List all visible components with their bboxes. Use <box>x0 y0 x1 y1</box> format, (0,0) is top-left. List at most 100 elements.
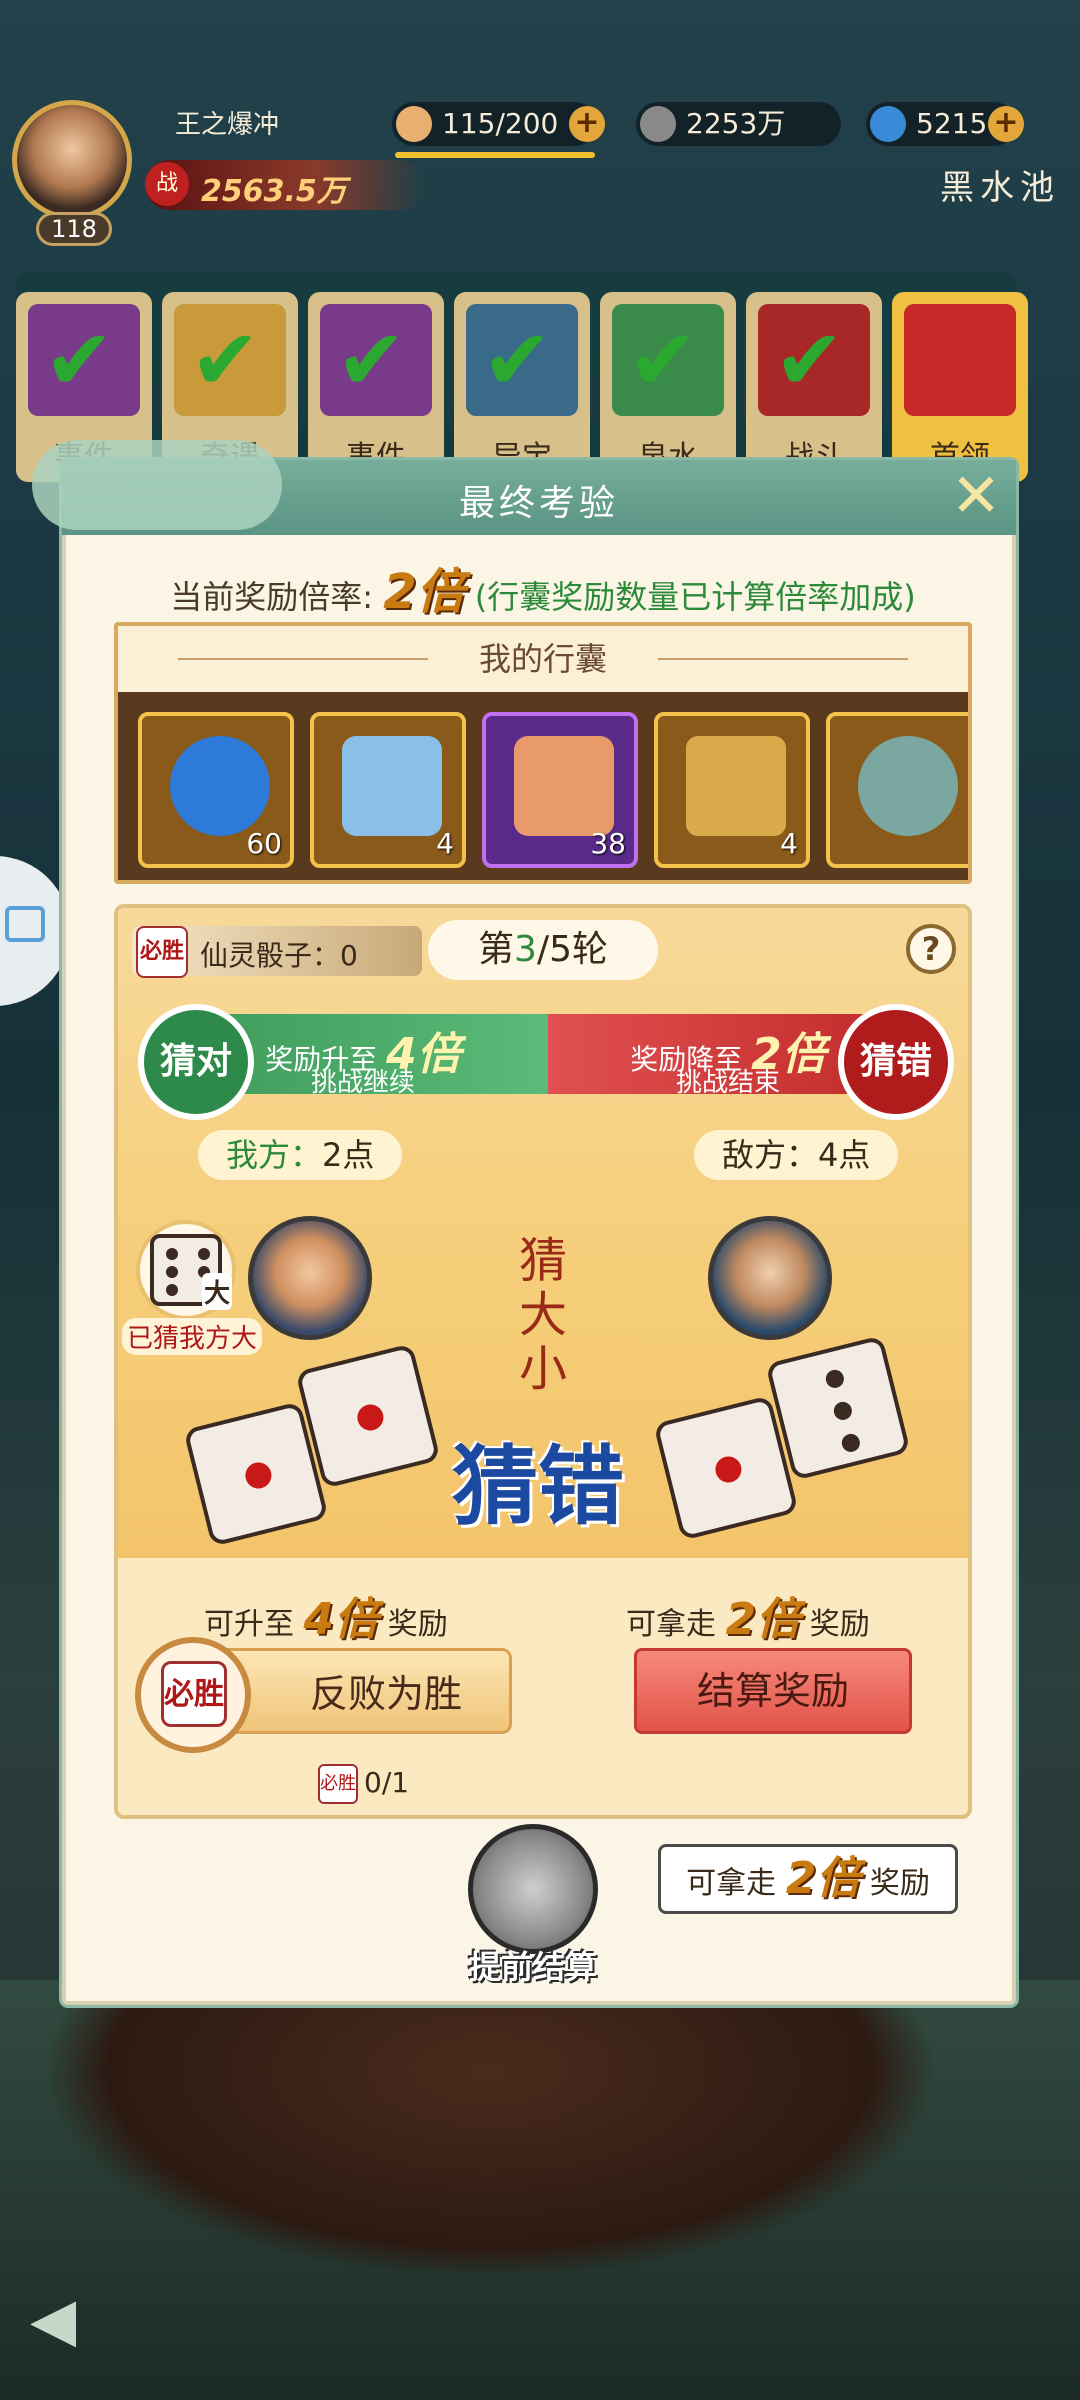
tip-prefix: 可拿走 <box>686 1866 777 1901</box>
prompt-char: 大 <box>518 1287 567 1343</box>
dialog-title: 最终考验 <box>458 483 619 524</box>
help-icon[interactable]: ? <box>906 924 956 974</box>
tile-treasure[interactable]: ✔ 异宝 <box>454 292 590 482</box>
hero-silhouette-icon <box>468 1824 598 1954</box>
tile-spring[interactable]: ✔ 泉水 <box>600 292 736 482</box>
mini-dice-icon: 必胜 <box>318 1764 358 1804</box>
check-icon: ✔ <box>482 311 553 409</box>
check-icon: ✔ <box>774 311 845 409</box>
bowl-icon <box>858 736 958 836</box>
check-icon: ✔ <box>190 311 261 409</box>
victory-dice-icon: 必胜 <box>135 1637 251 1753</box>
coins-value: 2253万 <box>686 107 786 140</box>
bag-items[interactable]: 60 4 38 4 <box>138 712 968 872</box>
location-name: 黑水池 <box>940 168 1060 208</box>
chat-icon <box>5 906 45 942</box>
guess-wrong-button[interactable]: 猜错 <box>838 1004 954 1120</box>
settle-reward-button[interactable]: 结算奖励 <box>634 1648 912 1734</box>
guess-game-panel: 必胜 仙灵骰子：0 第3/5轮 ? 奖励升至 4倍 挑战继续 奖励降至 2倍 挑… <box>114 904 972 1819</box>
item-count: 60 <box>246 827 282 860</box>
tile-event-2[interactable]: ✔ 事件 <box>308 292 444 482</box>
puzzle-icon <box>514 736 614 836</box>
my-score-label: 我方： <box>226 1136 323 1174</box>
prompt-char: 猜 <box>518 1233 567 1289</box>
early-settle-label: 提前结算 <box>468 1948 597 1986</box>
bag-item-treasure-chest[interactable]: 4 <box>654 712 810 868</box>
reward-take-row: 可拿走 2倍 奖励 <box>626 1583 870 1647</box>
bag-item-jade-ring[interactable]: 60 <box>138 712 294 868</box>
enemy-score: 敌方：4点 <box>694 1130 899 1180</box>
tile-boss[interactable]: 首领 <box>892 292 1028 482</box>
hero-figure <box>40 1980 940 2280</box>
round-current: 3 <box>514 929 537 970</box>
spirit-dice-icon: 必胜 <box>136 926 188 978</box>
close-icon[interactable]: ✕ <box>946 466 1006 526</box>
my-die-1 <box>183 1401 329 1547</box>
guess-outcome-bar: 奖励升至 4倍 挑战继续 奖励降至 2倍 挑战结束 猜对 猜错 <box>138 1004 954 1120</box>
early-settle-button[interactable]: 提前结算 <box>458 1824 608 1994</box>
enemy-score-label: 敌方： <box>722 1136 819 1174</box>
jade-value: 5215 <box>916 107 988 140</box>
stamina-value: 115/200 <box>442 107 559 140</box>
bag-title: 我的行囊 <box>118 626 968 692</box>
puzzle-icon <box>342 736 442 836</box>
guess-big-mark: 大 <box>201 1273 232 1310</box>
add-stamina-button[interactable]: + <box>569 106 605 142</box>
early-settle-tip: 可拿走 2倍 奖励 <box>658 1844 958 1914</box>
rate-prefix: 当前奖励倍率: <box>170 578 374 616</box>
reward-up-row: 可升至 4倍 奖励 <box>204 1583 448 1647</box>
reward-take-suffix: 奖励 <box>809 1607 870 1642</box>
dialog-header: 最终考验 ✕ <box>32 440 1016 535</box>
dice-counter: 必胜 仙灵骰子：0 <box>132 926 422 978</box>
final-trial-dialog: 最终考验 ✕ 当前奖励倍率: 2倍 (行囊奖励数量已计算倍率加成) 我的行囊 6… <box>32 440 1016 2005</box>
reverse-uses: 必胜 0/1 <box>318 1764 409 1804</box>
resource-jade: 5215 + <box>866 102 1024 146</box>
coin-icon <box>640 106 676 142</box>
reward-take-prefix: 可拿走 <box>626 1607 716 1642</box>
enemy-portrait <box>708 1216 832 1340</box>
reward-take-mult: 2倍 <box>725 1594 801 1645</box>
bag-item-stone-bowl[interactable] <box>826 712 968 868</box>
round-indicator: 第3/5轮 <box>428 920 658 980</box>
reverse-defeat-button[interactable]: 必胜 反败为胜 <box>135 1637 512 1753</box>
reward-up-prefix: 可升至 <box>204 1607 294 1642</box>
bun-icon <box>396 106 432 142</box>
check-icon: ✔ <box>336 311 407 409</box>
my-hero-portrait <box>248 1216 372 1340</box>
prompt-char: 小 <box>518 1341 567 1397</box>
check-icon: ✔ <box>44 311 115 409</box>
reward-up-suffix: 奖励 <box>387 1607 448 1642</box>
tile-battle[interactable]: ✔ 战斗 <box>746 292 882 482</box>
chest-icon <box>686 736 786 836</box>
resource-coins: 2253万 <box>636 102 841 146</box>
item-count: 4 <box>436 827 454 860</box>
resource-stamina: 115/200 + <box>392 102 605 146</box>
back-arrow-icon[interactable]: ◀ <box>30 2290 120 2350</box>
dice-arena: 必胜 仙灵骰子：0 第3/5轮 ? 奖励升至 4倍 挑战继续 奖励降至 2倍 挑… <box>118 908 968 1558</box>
victory-dice-label: 必胜 <box>161 1661 227 1727</box>
bag-item-fox-puzzle[interactable]: 38 <box>482 712 638 868</box>
dice-count-label: 仙灵骰子：0 <box>200 939 358 972</box>
enemy-die-1 <box>653 1395 799 1541</box>
rate-note: (行囊奖励数量已计算倍率加成) <box>474 578 916 616</box>
player-level: 118 <box>36 212 112 246</box>
power-badge: 战 <box>145 162 189 206</box>
bag-panel: 我的行囊 60 4 38 4 <box>114 622 972 884</box>
guess-right-button[interactable]: 猜对 <box>138 1004 254 1120</box>
reverse-count-value: 0/1 <box>364 1766 410 1799</box>
bag-item-dragon-puzzle[interactable]: 4 <box>310 712 466 868</box>
power-display: 战 2563.5万 <box>145 160 425 210</box>
result-text: 猜错 <box>452 1436 624 1537</box>
enemy-score-value: 4点 <box>818 1136 871 1174</box>
tip-suffix: 奖励 <box>869 1866 930 1901</box>
add-jade-button[interactable]: + <box>988 106 1024 142</box>
rate-value: 2倍 <box>383 564 465 620</box>
guessed-dice-badge: 大 <box>136 1220 236 1320</box>
reverse-button-label: 反败为胜 <box>309 1672 462 1716</box>
power-value: 2563.5万 <box>201 174 347 209</box>
player-avatar[interactable] <box>12 100 132 220</box>
my-score: 我方：2点 <box>198 1130 403 1180</box>
reward-up-mult: 4倍 <box>303 1594 379 1645</box>
my-score-value: 2点 <box>322 1136 375 1174</box>
item-count: 4 <box>780 827 798 860</box>
